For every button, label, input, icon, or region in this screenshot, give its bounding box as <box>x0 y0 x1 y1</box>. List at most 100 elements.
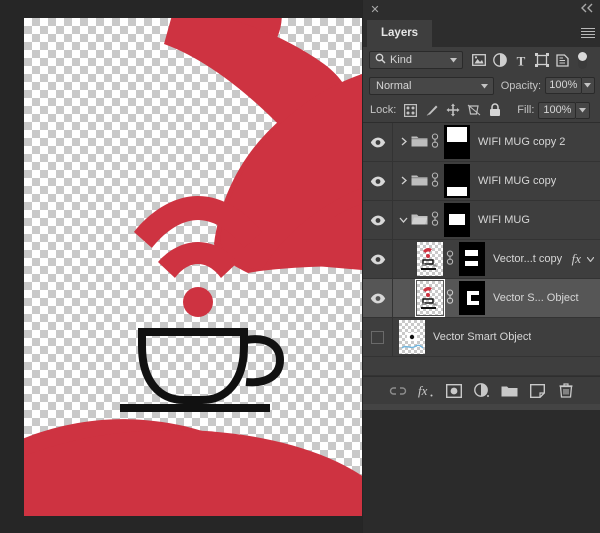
lock-position-icon[interactable] <box>442 100 463 120</box>
opacity-stepper-arrow[interactable] <box>581 77 595 94</box>
opacity-input[interactable]: 100% <box>545 77 582 94</box>
layer-visibility-toggle[interactable] <box>363 317 393 357</box>
table-row[interactable]: WIFI MUG copy <box>363 161 600 201</box>
double-chevron-left-icon <box>581 3 593 13</box>
eye-icon <box>370 254 385 264</box>
svg-text:T: T <box>516 54 525 67</box>
table-row[interactable]: Vector S... Object <box>363 278 600 318</box>
lock-image-pixels-icon[interactable] <box>421 100 442 120</box>
layer-name: Vector S... Object <box>493 292 579 304</box>
layer-visibility-toggle[interactable] <box>363 239 393 279</box>
layer-visibility-toggle[interactable] <box>363 122 393 162</box>
opacity-label: Opacity: <box>500 79 542 92</box>
filter-kind-select[interactable]: Kind <box>369 51 463 69</box>
filter-shape-icon[interactable] <box>531 50 552 70</box>
eye-off-icon <box>371 330 384 344</box>
panel-titlebar: ✕ <box>363 0 600 20</box>
blend-mode-row: Normal Opacity: 100% <box>363 73 600 98</box>
document-canvas[interactable] <box>24 18 362 516</box>
chevron-down-icon[interactable] <box>480 83 488 91</box>
layer-list: WIFI MUG copy 2 WIFI MUG copy WIFI MUG V… <box>363 122 600 376</box>
filter-type-icons: T <box>468 50 573 70</box>
group-disclosure-icon[interactable] <box>397 137 410 148</box>
panel-menu-icon[interactable] <box>581 28 595 39</box>
add-layer-style-icon[interactable]: fx <box>416 381 435 400</box>
filter-adjustment-icon[interactable] <box>489 50 510 70</box>
layer-filter-row: Kind T <box>363 47 600 73</box>
fill-input[interactable]: 100% <box>538 101 577 119</box>
filter-kind-label: Kind <box>390 54 413 66</box>
photoshop-window: ✕ Layers Kind T Normal Opacity: 100% Loc… <box>0 0 600 533</box>
eye-icon <box>370 137 385 147</box>
layer-name: WIFI MUG <box>478 214 530 226</box>
eye-icon <box>370 176 385 186</box>
folder-open-icon[interactable] <box>411 212 428 228</box>
layer-mask-thumbnail[interactable] <box>459 242 485 276</box>
filter-type-icon[interactable]: T <box>510 50 531 70</box>
close-icon[interactable]: ✕ <box>369 4 381 16</box>
link-mask-icon[interactable] <box>446 288 454 308</box>
panel-body: Kind T Normal Opacity: 100% Lock: Fill: … <box>363 47 600 410</box>
new-group-icon[interactable] <box>500 381 519 400</box>
group-disclosure-icon[interactable] <box>397 215 410 225</box>
link-mask-icon[interactable] <box>446 249 454 269</box>
table-row[interactable]: Vector...t copy fx <box>363 239 600 279</box>
link-mask-icon[interactable] <box>431 132 439 152</box>
panel-tab-row: Layers <box>363 20 600 47</box>
filter-pixel-icon[interactable] <box>468 50 489 70</box>
link-layers-icon[interactable] <box>388 381 407 400</box>
filter-enable-toggle[interactable] <box>577 50 588 70</box>
lock-row: Lock: Fill: 100% <box>363 98 600 123</box>
layer-thumbnail[interactable] <box>399 320 425 354</box>
link-mask-icon[interactable] <box>431 171 439 191</box>
delete-layer-icon[interactable] <box>556 381 575 400</box>
table-row[interactable]: WIFI MUG copy 2 <box>363 122 600 162</box>
lock-artboard-nesting-icon[interactable] <box>463 100 484 120</box>
lock-all-icon[interactable] <box>484 100 505 120</box>
layers-bottom-toolbar: fx <box>363 376 600 404</box>
new-layer-icon[interactable] <box>528 381 547 400</box>
layer-name: WIFI MUG copy <box>478 175 557 187</box>
layer-name: Vector Smart Object <box>433 331 532 343</box>
fill-label: Fill: <box>517 104 535 116</box>
lock-transparent-pixels-icon[interactable] <box>400 100 421 120</box>
search-icon <box>375 53 386 67</box>
tab-layers[interactable]: Layers <box>367 20 433 47</box>
layer-mask-thumbnail[interactable] <box>444 125 470 159</box>
eye-icon <box>370 293 385 303</box>
chevron-down-icon[interactable] <box>450 57 457 65</box>
link-mask-icon[interactable] <box>431 210 439 230</box>
layer-effects-disclosure-icon[interactable] <box>584 255 596 264</box>
blend-mode-value: Normal <box>376 79 412 92</box>
panel-empty-area <box>363 410 600 510</box>
fill-stepper-arrow[interactable] <box>576 101 591 119</box>
folder-icon[interactable] <box>411 134 428 150</box>
layer-visibility-toggle[interactable] <box>363 161 393 201</box>
new-adjustment-layer-icon[interactable] <box>472 381 491 400</box>
lock-label: Lock: <box>370 104 397 116</box>
layer-visibility-toggle[interactable] <box>363 278 393 318</box>
canvas-area <box>0 0 362 533</box>
wifi-mug-artwork <box>24 18 362 516</box>
layer-mask-thumbnail[interactable] <box>444 203 470 237</box>
layer-mask-thumbnail[interactable] <box>459 281 485 315</box>
layer-name: Vector...t copy <box>493 253 563 265</box>
table-row[interactable]: Vector Smart Object <box>363 317 600 357</box>
layer-visibility-toggle[interactable] <box>363 200 393 240</box>
collapse-panel-icon[interactable] <box>581 3 594 17</box>
layers-panel: ✕ Layers Kind T Normal Opacity: 100% Loc… <box>363 0 600 533</box>
filter-smart-object-icon[interactable] <box>552 50 573 70</box>
svg-text:fx: fx <box>418 383 428 398</box>
eye-icon <box>370 215 385 225</box>
folder-icon[interactable] <box>411 173 428 189</box>
layer-thumbnail[interactable] <box>417 242 443 276</box>
group-disclosure-icon[interactable] <box>397 176 410 187</box>
lock-icons <box>400 100 505 120</box>
layer-thumbnail[interactable] <box>415 279 445 317</box>
layer-effects-badge[interactable]: fx <box>572 251 581 267</box>
layer-list-empty-space[interactable] <box>363 357 600 376</box>
blend-mode-select[interactable]: Normal <box>369 76 494 95</box>
layer-mask-thumbnail[interactable] <box>444 164 470 198</box>
table-row[interactable]: WIFI MUG <box>363 200 600 240</box>
add-layer-mask-icon[interactable] <box>444 381 463 400</box>
